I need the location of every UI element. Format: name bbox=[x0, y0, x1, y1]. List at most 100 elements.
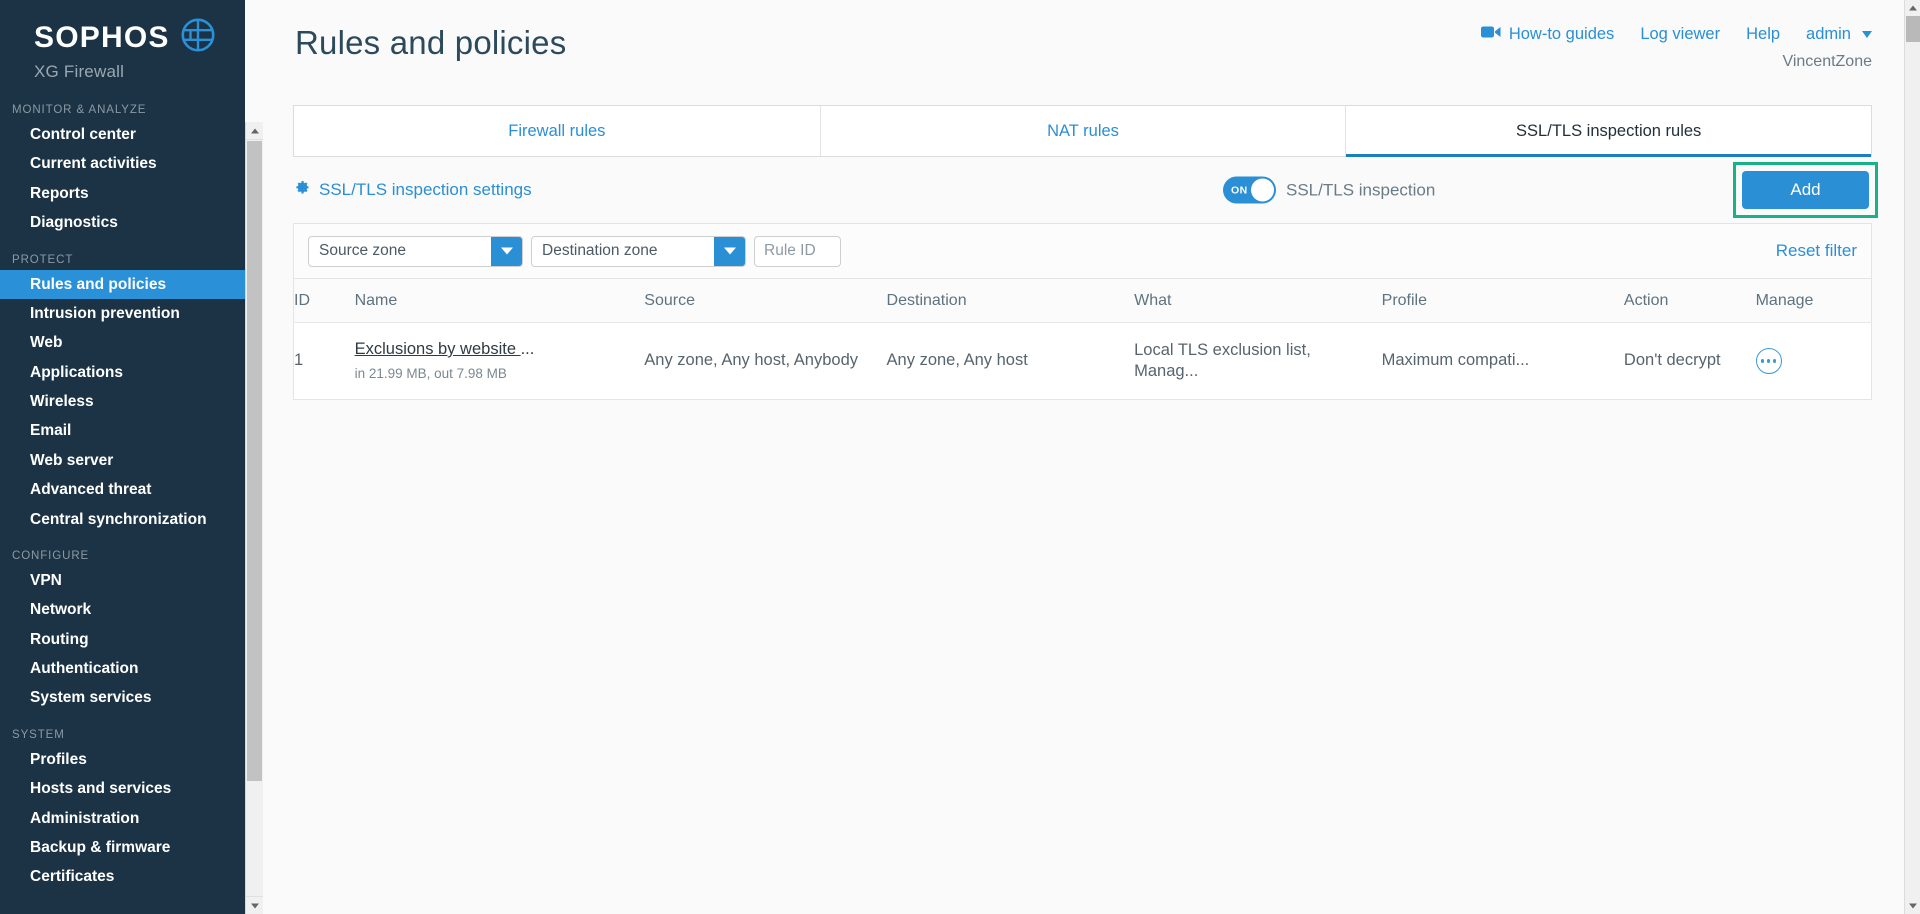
destination-zone-value: Destination zone bbox=[542, 242, 658, 259]
column-header-source: Source bbox=[644, 278, 887, 323]
sidebar-item-profiles[interactable]: Profiles bbox=[0, 745, 245, 774]
toggle-label: SSL/TLS inspection bbox=[1286, 180, 1436, 199]
table-header: ID Name Source Destination What Profile … bbox=[293, 278, 1872, 323]
how-to-guides-label: How-to guides bbox=[1508, 25, 1615, 43]
page-scroll-thumb[interactable] bbox=[1906, 16, 1920, 42]
app-window: SOPHOS XG Firewall MONITOR & ANALYZE Con… bbox=[0, 0, 1920, 914]
cell-profile: Maximum compati... bbox=[1381, 351, 1530, 370]
column-header-action: Action bbox=[1623, 278, 1756, 323]
sidebar-item-hosts-and-services[interactable]: Hosts and services bbox=[0, 774, 245, 803]
add-button-highlight: Add bbox=[1733, 162, 1878, 218]
sidebar-scroll-up-button[interactable] bbox=[246, 122, 263, 140]
destination-zone-select[interactable]: Destination zone bbox=[531, 235, 746, 267]
page-scrollbar[interactable] bbox=[1904, 0, 1920, 914]
nav-section-label: MONITOR & ANALYZE bbox=[12, 104, 147, 116]
sidebar-item-certificates[interactable]: Certificates bbox=[0, 862, 245, 891]
sidebar-item-system-services[interactable]: System services bbox=[0, 683, 245, 712]
tab-nat-rules[interactable]: NAT rules bbox=[819, 106, 1346, 156]
brand-product: XG Firewall bbox=[34, 62, 125, 81]
tab-ssl-tls-inspection-rules[interactable]: SSL/TLS inspection rules bbox=[1345, 106, 1871, 157]
brand: SOPHOS XG Firewall bbox=[0, 0, 245, 82]
chevron-down-icon[interactable] bbox=[714, 236, 745, 266]
zone-label: VincentZone bbox=[1782, 53, 1872, 70]
add-button[interactable]: Add bbox=[1742, 171, 1869, 209]
sidebar-item-routing[interactable]: Routing bbox=[0, 625, 245, 654]
cell-manage bbox=[1755, 323, 1872, 400]
source-zone-value: Source zone bbox=[319, 242, 407, 259]
chevron-down-icon bbox=[250, 903, 259, 908]
help-link[interactable]: Help bbox=[1746, 25, 1780, 44]
toggle-knob bbox=[1251, 178, 1274, 202]
sidebar-item-email[interactable]: Email bbox=[0, 416, 245, 445]
sidebar-item-vpn[interactable]: VPN bbox=[0, 566, 245, 595]
settings-link-label: SSL/TLS inspection settings bbox=[319, 180, 532, 199]
table-body: 1 Exclusions by website ... in 21.99 MB,… bbox=[294, 323, 1872, 400]
sidebar-item-advanced-threat[interactable]: Advanced threat bbox=[0, 475, 245, 504]
chevron-down-icon[interactable] bbox=[491, 236, 522, 266]
sidebar-item-control-center[interactable]: Control center bbox=[0, 120, 245, 149]
page-scroll-up-button[interactable] bbox=[1905, 0, 1920, 16]
sidebar-item-web[interactable]: Web bbox=[0, 328, 245, 357]
column-header-manage: Manage bbox=[1755, 278, 1872, 323]
cell-what: Local TLS exclusion list, Manag... bbox=[1134, 340, 1311, 380]
sidebar-item-administration[interactable]: Administration bbox=[0, 804, 245, 833]
nav-section-label: SYSTEM bbox=[12, 728, 65, 741]
how-to-guides-link[interactable]: How-to guides bbox=[1480, 25, 1615, 44]
nav-section-label: CONFIGURE bbox=[12, 549, 90, 562]
filter-bar: Source zone Destination zone Reset filte… bbox=[293, 223, 1872, 278]
table-row[interactable]: 1 Exclusions by website ... in 21.99 MB,… bbox=[294, 323, 1872, 400]
sidebar-item-central-synchronization[interactable]: Central synchronization bbox=[0, 505, 245, 534]
sidebar: SOPHOS XG Firewall MONITOR & ANALYZE Con… bbox=[0, 0, 245, 914]
settings-row: SSL/TLS inspection settings ON SSL/TLS i… bbox=[293, 157, 1878, 223]
rule-name-ellipsis: ... bbox=[520, 340, 535, 358]
column-header-name: Name bbox=[354, 278, 645, 323]
sidebar-item-web-server[interactable]: Web server bbox=[0, 446, 245, 475]
rule-name-link[interactable]: Exclusions by website bbox=[355, 340, 521, 358]
source-zone-select[interactable]: Source zone bbox=[308, 235, 523, 267]
sidebar-scroll-thumb[interactable] bbox=[247, 141, 262, 781]
chevron-down-icon bbox=[1908, 903, 1917, 909]
sidebar-item-authentication[interactable]: Authentication bbox=[0, 654, 245, 683]
sidebar-item-rules-and-policies[interactable]: Rules and policies bbox=[0, 269, 245, 299]
tabs-container: Firewall rules NAT rules SSL/TLS inspect… bbox=[293, 105, 1872, 157]
cell-id: 1 bbox=[294, 351, 304, 370]
sidebar-item-network[interactable]: Network bbox=[0, 595, 245, 624]
tab-firewall-rules[interactable]: Firewall rules bbox=[294, 106, 820, 156]
sidebar-item-backup-and-firmware[interactable]: Backup & firmware bbox=[0, 833, 245, 862]
column-header-what: What bbox=[1134, 278, 1382, 323]
sidebar-item-current-activities[interactable]: Current activities bbox=[0, 149, 245, 178]
reset-filter-link[interactable]: Reset filter bbox=[1776, 241, 1857, 261]
sidebar-nav: MONITOR & ANALYZE Control center Current… bbox=[0, 104, 245, 892]
sidebar-item-reports[interactable]: Reports bbox=[0, 179, 245, 208]
sidebar-scrollbar[interactable] bbox=[245, 122, 263, 914]
nav-section-label: PROTECT bbox=[12, 253, 74, 266]
header-links: How-to guides Log viewer Help admin bbox=[1480, 25, 1872, 44]
admin-menu[interactable]: admin bbox=[1806, 25, 1872, 44]
rule-bytes: in 21.99 MB, out 7.98 MB bbox=[354, 366, 507, 382]
table-header-row: ID Name Source Destination What Profile … bbox=[293, 278, 1872, 323]
rule-name-wrap: Exclusions by website ... bbox=[355, 339, 635, 360]
cell-source: Any zone, Any host, Anybody bbox=[644, 351, 858, 370]
main-content: Rules and policies How-to guides Log vie… bbox=[245, 0, 1920, 914]
rule-id-input[interactable] bbox=[754, 235, 841, 267]
brand-name: SOPHOS bbox=[34, 20, 170, 54]
sidebar-item-intrusion-prevention[interactable]: Intrusion prevention bbox=[0, 299, 245, 328]
column-header-id: ID bbox=[293, 278, 355, 323]
page-scroll-down-button[interactable] bbox=[1905, 898, 1920, 914]
chevron-up-icon bbox=[1908, 5, 1917, 11]
sidebar-scroll-down-button[interactable] bbox=[246, 896, 263, 914]
chevron-down-icon bbox=[1862, 31, 1872, 38]
rules-panel: Source zone Destination zone Reset filte… bbox=[293, 223, 1872, 400]
toggle-state-label: ON bbox=[1231, 184, 1248, 196]
cell-destination: Any zone, Any host bbox=[886, 351, 1028, 370]
ssl-tls-inspection-settings-link[interactable]: SSL/TLS inspection settings bbox=[293, 179, 532, 201]
tab-bar: Firewall rules NAT rules SSL/TLS inspect… bbox=[293, 105, 1872, 157]
sidebar-item-diagnostics[interactable]: Diagnostics bbox=[0, 208, 245, 237]
ssl-tls-inspection-toggle[interactable]: ON bbox=[1223, 176, 1276, 204]
sidebar-item-applications[interactable]: Applications bbox=[0, 358, 245, 387]
sidebar-item-wireless[interactable]: Wireless bbox=[0, 387, 245, 416]
rules-table: ID Name Source Destination What Profile … bbox=[293, 278, 1872, 400]
log-viewer-link[interactable]: Log viewer bbox=[1640, 25, 1720, 44]
sophos-globe-icon bbox=[181, 18, 215, 57]
ellipsis-circle-icon[interactable] bbox=[1755, 347, 1782, 374]
